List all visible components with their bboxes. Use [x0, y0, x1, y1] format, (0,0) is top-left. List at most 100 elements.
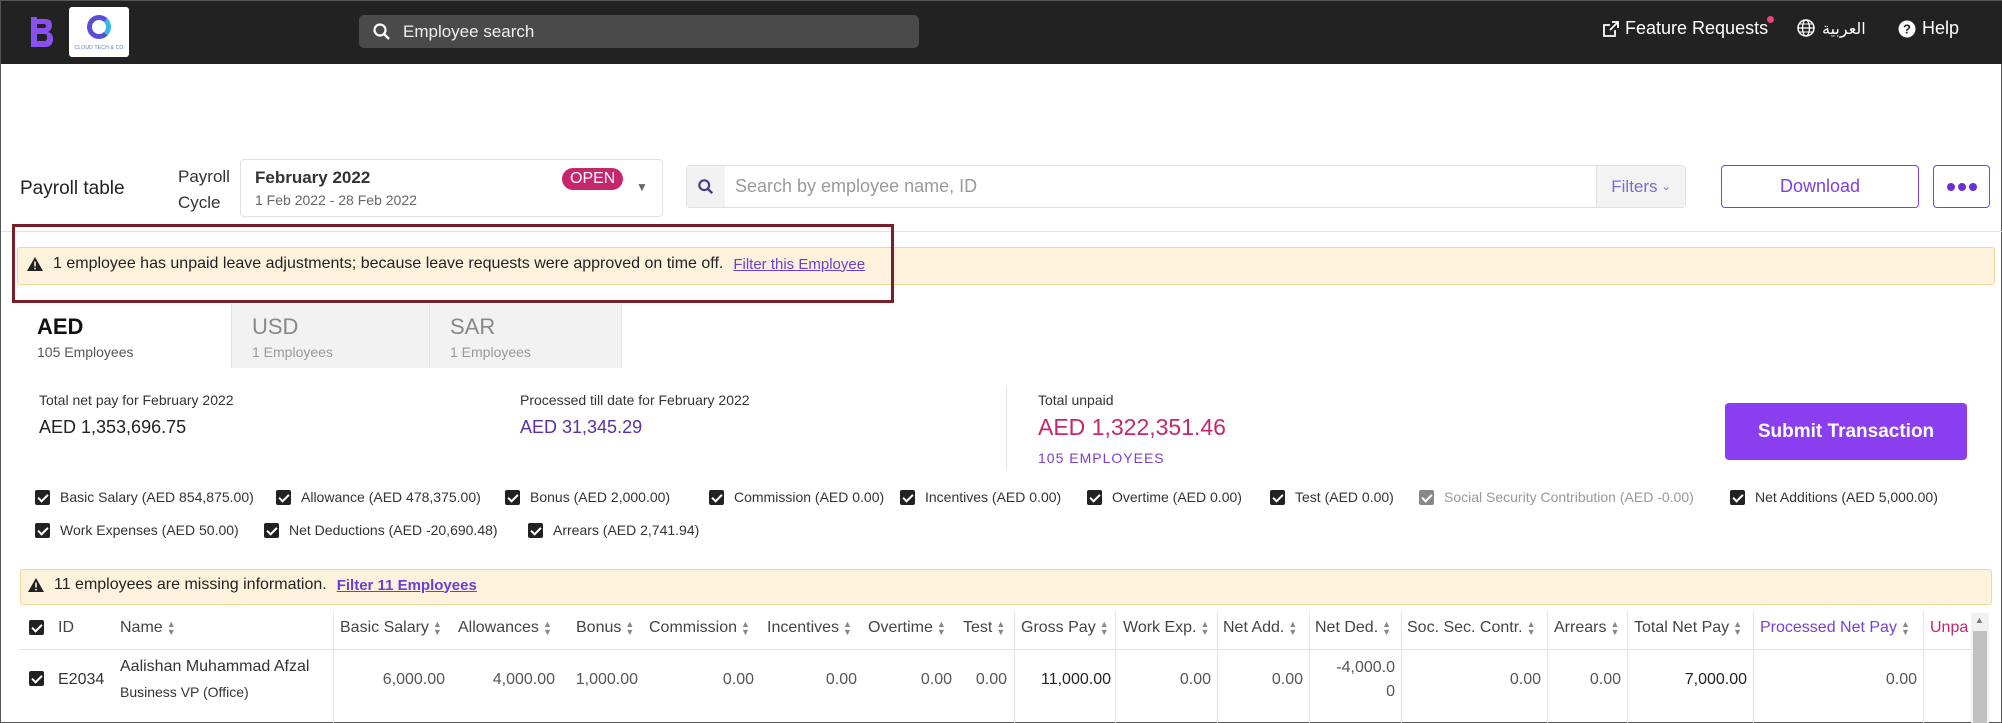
checkbox-arrears[interactable]: Arrears (AED 2,741.94)	[528, 522, 699, 538]
download-button[interactable]: Download	[1721, 165, 1919, 208]
cell-gross-pay: 11,000.00	[1041, 671, 1111, 688]
checkbox-label: Work Expenses (AED 50.00)	[60, 522, 239, 538]
scroll-up-arrow-icon[interactable]: ▲	[1975, 615, 1984, 625]
filters-button[interactable]: Filters ⌄	[1596, 166, 1685, 207]
submit-transaction-button[interactable]: Submit Transaction	[1725, 403, 1967, 460]
column-header-commission[interactable]: Commission ▲ ▼	[649, 619, 750, 637]
checkbox-incentives[interactable]: Incentives (AED 0.00)	[900, 489, 1061, 505]
company-logo[interactable]: CLOUD TECH & CO	[69, 7, 129, 57]
tab-aed[interactable]: AED 105 Employees	[17, 304, 232, 368]
column-header-label: Net Add.	[1223, 619, 1285, 636]
column-header-processed-net-pay[interactable]: Processed Net Pay ▲ ▼	[1760, 619, 1910, 637]
checkbox-net-additions[interactable]: Net Additions (AED 5,000.00)	[1730, 489, 1938, 505]
tab-employee-count: 105 Employees	[37, 344, 134, 360]
column-header-label: Overtime	[868, 619, 933, 636]
checkbox-checked-icon	[1270, 489, 1285, 505]
column-header-overtime[interactable]: Overtime ▲ ▼	[868, 619, 946, 637]
column-header-label: Test	[963, 619, 993, 636]
cell-net-ded: -4,000.0	[1336, 659, 1395, 676]
unpaid-employees-count: 105 EMPLOYEES	[1038, 450, 1165, 466]
column-header-total-net-pay[interactable]: Total Net Pay ▲ ▼	[1634, 619, 1742, 637]
employee-search-input[interactable]: Employee search	[359, 15, 919, 48]
external-link-icon	[1603, 20, 1619, 37]
sort-icon: ▲ ▼	[625, 619, 635, 637]
checkbox-label: Social Security Contribution (AED -0.00)	[1444, 489, 1694, 505]
employee-search-placeholder: Employee search	[403, 21, 535, 41]
column-header-allowances[interactable]: Allowances ▲ ▼	[458, 619, 552, 637]
help-label: Help	[1922, 18, 1960, 38]
column-header-id[interactable]: ID	[58, 619, 74, 637]
brand-logo-icon[interactable]	[29, 15, 55, 49]
column-header-label: Commission	[649, 619, 738, 636]
checkbox-overtime[interactable]: Overtime (AED 0.00)	[1087, 489, 1242, 505]
cell-incentives: 0.00	[825, 671, 857, 688]
tab-sar[interactable]: SAR 1 Employees	[430, 304, 622, 368]
payroll-cycle-label-line1: Payroll	[178, 167, 230, 186]
checkbox-checked-icon	[35, 522, 50, 538]
column-header-label: Name	[120, 619, 163, 636]
checkbox-label: Test (AED 0.00)	[1295, 489, 1394, 505]
employee-name-search-input[interactable]: Search by employee name, ID	[725, 176, 1596, 197]
sort-icon: ▲ ▼	[741, 619, 750, 637]
tab-currency-code: SAR	[450, 314, 496, 339]
tab-currency-code: USD	[252, 314, 299, 339]
column-header-bonus[interactable]: Bonus ▲ ▼	[576, 619, 634, 637]
column-header-label: ID	[58, 619, 74, 636]
column-header-unpaid[interactable]: Unpa	[1930, 619, 1968, 637]
column-header-basic-salary[interactable]: Basic Salary ▲ ▼	[340, 619, 442, 637]
checkbox-label: Overtime (AED 0.00)	[1112, 489, 1242, 505]
employee-id: E2034	[58, 671, 105, 688]
column-header-test[interactable]: Test ▲ ▼	[963, 619, 1005, 637]
column-header-incentives[interactable]: Incentives ▲ ▼	[767, 619, 852, 637]
checkbox-test[interactable]: Test (AED 0.00)	[1270, 489, 1394, 505]
column-header-gross-pay[interactable]: Gross Pay ▲ ▼	[1021, 619, 1109, 637]
column-header-label: Gross Pay	[1021, 619, 1096, 636]
tab-employee-count: 1 Employees	[450, 344, 531, 360]
column-header-name[interactable]: Name ▲ ▼	[120, 619, 176, 637]
company-logo-text: CLOUD TECH & CO	[74, 45, 124, 51]
table-header-divider	[19, 649, 1974, 650]
language-switch[interactable]: العربية	[1796, 18, 1866, 38]
checkbox-bonus[interactable]: Bonus (AED 2,000.00)	[505, 489, 670, 505]
column-header-soc-sec-contr[interactable]: Soc. Sec. Contr. ▲ ▼	[1407, 619, 1536, 637]
column-header-arrears[interactable]: Arrears ▲ ▼	[1554, 619, 1619, 637]
cell-commission: 0.00	[722, 671, 754, 688]
pay-components-row-2: Work Expenses (AED 50.00) Net Deductions…	[31, 522, 1031, 542]
feature-requests-link[interactable]: Feature Requests	[1603, 16, 1775, 39]
payroll-cycle-select[interactable]: February 2022 1 Feb 2022 - 28 Feb 2022 O…	[240, 159, 663, 217]
column-header-label: Work Exp.	[1123, 619, 1197, 636]
checkbox-label: Bonus (AED 2,000.00)	[530, 489, 671, 505]
checkbox-net-deductions[interactable]: Net Deductions (AED -20,690.48)	[264, 522, 498, 538]
cell-soc-sec-contr: 0.00	[1509, 671, 1541, 688]
checkbox-label: Net Additions (AED 5,000.00)	[1755, 489, 1938, 505]
row-select-checkbox[interactable]	[29, 671, 54, 691]
checkbox-basic-salary[interactable]: Basic Salary (AED 854,875.00)	[35, 489, 254, 505]
checkbox-allowance[interactable]: Allowance (AED 478,375.00)	[276, 489, 481, 505]
warning-icon	[28, 578, 44, 592]
employee-name[interactable]: Aalishan Muhammad Afzal	[120, 658, 309, 676]
tab-usd[interactable]: USD 1 Employees	[232, 304, 430, 368]
more-options-button[interactable]	[1933, 165, 1990, 208]
checkbox-commission[interactable]: Commission (AED 0.00)	[709, 489, 884, 505]
checkbox-label: Basic Salary (AED 854,875.00)	[60, 489, 254, 505]
column-header-work-exp[interactable]: Work Exp. ▲ ▼	[1123, 619, 1209, 637]
column-header-label: Processed Net Pay	[1760, 619, 1897, 636]
checkbox-label: Incentives (AED 0.00)	[925, 489, 1062, 505]
sort-icon: ▲ ▼	[166, 619, 176, 637]
feature-requests-label: Feature Requests	[1625, 18, 1769, 38]
total-net-pay-value: AED 1,353,696.75	[39, 417, 187, 437]
payroll-search-bar: Search by employee name, ID Filters ⌄	[686, 165, 1686, 208]
filter-11-employees-link[interactable]: Filter 11 Employees	[337, 577, 477, 594]
cell-net-ded-overflow: 0	[1386, 683, 1395, 700]
checkbox-work-expenses[interactable]: Work Expenses (AED 50.00)	[35, 522, 239, 538]
sort-icon: ▲ ▼	[1200, 619, 1210, 637]
help-link[interactable]: ? Help	[1898, 18, 1959, 39]
checkbox-social-security[interactable]: Social Security Contribution (AED -0.00)	[1419, 489, 1694, 505]
table-scrollbar-thumb[interactable]	[1973, 631, 1987, 723]
column-header-net-ded[interactable]: Net Ded. ▲ ▼	[1315, 619, 1391, 637]
more-dot-icon	[1968, 182, 1977, 191]
select-all-checkbox[interactable]	[29, 620, 54, 640]
sort-icon: ▲ ▼	[1288, 619, 1298, 637]
column-header-net-add[interactable]: Net Add. ▲ ▼	[1223, 619, 1297, 637]
checkbox-label: Commission (AED 0.00)	[734, 489, 885, 505]
